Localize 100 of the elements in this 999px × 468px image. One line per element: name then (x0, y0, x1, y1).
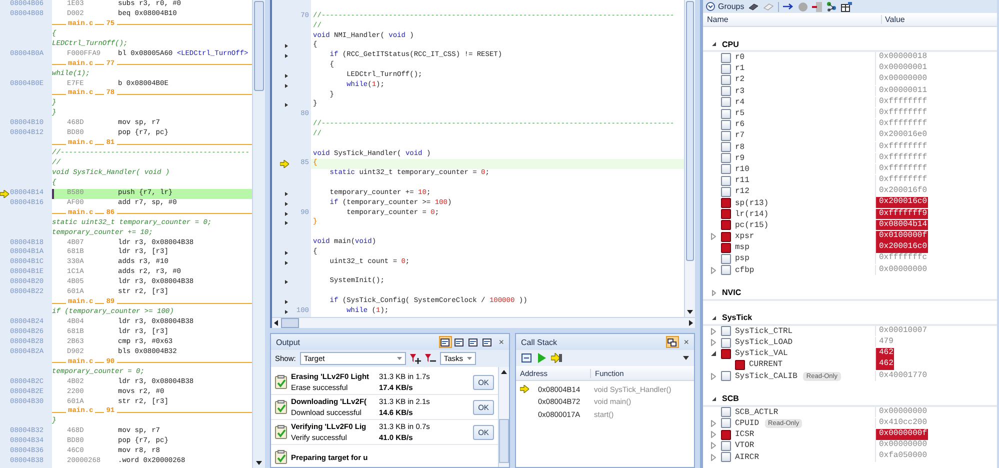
groups-button[interactable]: Groups (706, 2, 744, 11)
group-name[interactable]: CPU (722, 40, 739, 48)
register-name: r4 (735, 98, 745, 107)
breakpoint-marker-icon[interactable] (285, 44, 288, 48)
scroll-thumb[interactable] (281, 318, 299, 328)
register-value[interactable]: 0xffffffff (875, 96, 928, 108)
breakpoint-marker-icon[interactable] (285, 202, 288, 206)
dropdown-caret-icon[interactable] (683, 356, 689, 360)
register-value[interactable]: 0x00000018 (875, 52, 928, 62)
register-name: CURRENT (749, 360, 783, 370)
breakpoint-marker-icon[interactable] (285, 212, 288, 216)
breakpoint-marker-icon[interactable] (285, 250, 288, 255)
breakpoint-marker-icon[interactable] (285, 74, 288, 78)
register-value[interactable]: 0x08004b14 (875, 220, 928, 230)
close-button[interactable]: × (496, 337, 506, 347)
grid-icon[interactable] (841, 2, 852, 12)
view-toggle-button[interactable] (452, 336, 466, 348)
register-value[interactable]: 0x200016c0 (875, 242, 928, 253)
register-value[interactable]: 0xffffffff (875, 119, 928, 130)
register-value[interactable]: 0xffffffff (875, 142, 928, 152)
breakpoint-marker-icon[interactable] (285, 260, 288, 265)
register-value[interactable]: 0x200016c0 (875, 197, 928, 208)
filter-icon[interactable] (424, 354, 436, 364)
register-name: sp(r13) (735, 198, 769, 208)
register-value[interactable]: 0xffffffff (875, 175, 928, 186)
breakpoint-marker-icon[interactable] (285, 54, 288, 58)
clipboard-check-icon (275, 450, 287, 464)
arrow-right-icon[interactable] (783, 3, 794, 10)
register-name: AIRCR (735, 452, 760, 462)
register-name: SCB_ACTLR (735, 408, 778, 417)
register-name: r0 (735, 53, 745, 62)
register-value[interactable]: 0x00000000 (875, 74, 928, 85)
register-value[interactable]: 0x410cc200 (875, 418, 928, 428)
expand-arrow-icon[interactable] (711, 314, 717, 321)
breakpoint-marker-icon[interactable] (285, 84, 288, 88)
vertical-scrollbar[interactable] (498, 367, 509, 467)
register-name: r5 (735, 109, 745, 118)
register-value[interactable]: 0x00000000 (875, 406, 928, 418)
vertical-scrollbar[interactable] (252, 0, 265, 468)
register-value[interactable]: 479 (875, 336, 894, 348)
expand-arrow-icon[interactable] (711, 396, 717, 402)
filter-icon[interactable] (410, 354, 421, 364)
vertical-scrollbar[interactable] (684, 0, 695, 317)
breakpoint-marker-icon[interactable] (285, 103, 288, 108)
register-value[interactable]: 0x00000000 (875, 264, 928, 276)
close-button[interactable]: × (682, 337, 691, 347)
register-value[interactable]: 0x00000000 (875, 440, 928, 451)
group-name[interactable]: SysTick (722, 313, 752, 322)
scroll-up-icon[interactable] (501, 370, 507, 374)
register-name: r1 (735, 64, 745, 74)
scroll-down-icon[interactable] (256, 461, 262, 465)
register-value[interactable]: 0xffffffff (875, 152, 928, 164)
register-name: r12 (735, 187, 750, 196)
register-value[interactable]: 0x00010007 (875, 326, 928, 336)
breakpoint-marker-icon[interactable] (285, 221, 288, 226)
clipboard-check-icon (275, 375, 287, 389)
register-value[interactable]: 0x200016e0 (875, 130, 928, 141)
group-name[interactable]: SCB (722, 394, 739, 404)
scroll-thumb[interactable] (686, 1, 694, 261)
register-name: SysTick_CALIB (735, 372, 798, 381)
register-name: ICSR (735, 430, 754, 440)
register-value[interactable]: 0xfa050000 (875, 451, 928, 462)
horizontal-scrollbar[interactable] (272, 317, 695, 328)
scroll-right-icon[interactable] (689, 320, 693, 326)
register-value[interactable]: 0x0000000f (875, 429, 928, 440)
expand-arrow-icon[interactable] (711, 41, 717, 47)
register-value[interactable]: 0x00000001 (875, 63, 928, 74)
scroll-thumb[interactable] (499, 419, 509, 463)
arrow-icon[interactable] (551, 353, 562, 363)
register-name: r6 (735, 120, 745, 130)
scroll-thumb[interactable] (254, 1, 264, 91)
view-toggle-button[interactable] (480, 336, 494, 348)
register-name: pc(r15) (735, 220, 769, 230)
scroll-down-icon[interactable] (687, 310, 693, 314)
register-value[interactable]: 0xfffffffc (875, 253, 928, 264)
register-value[interactable]: 0x0100000f (875, 231, 928, 242)
register-name: psp (735, 254, 750, 264)
sync-button[interactable] (666, 336, 679, 348)
collapse-arrow-icon[interactable] (711, 351, 716, 356)
chevron-down-icon (706, 2, 715, 11)
group-name[interactable]: NVIC (722, 288, 742, 298)
register-value[interactable]: 0xffffffff (875, 164, 928, 174)
register-value[interactable]: 0xffffffff (875, 108, 928, 118)
view-toggle-button[interactable] (438, 336, 452, 348)
breakpoint-marker-icon[interactable] (285, 192, 288, 196)
network-icon[interactable] (826, 1, 838, 12)
window-icon[interactable] (521, 353, 532, 363)
register-value[interactable]: 0xfffffff9 (875, 208, 928, 220)
scroll-left-icon[interactable] (274, 320, 278, 326)
breakpoint-marker-icon[interactable] (285, 310, 288, 314)
breakpoint-marker-icon[interactable] (285, 280, 288, 284)
register-value[interactable]: 462 (875, 359, 894, 370)
breakpoint-marker-icon[interactable] (285, 300, 288, 304)
column-header[interactable]: Name (703, 15, 882, 24)
register-value[interactable]: 0x40001770 (875, 370, 928, 381)
column-header[interactable]: Value (882, 15, 905, 24)
register-value[interactable]: 462 (875, 348, 894, 359)
view-toggle-button[interactable] (466, 336, 480, 348)
register-name: r11 (735, 176, 750, 186)
register-value[interactable]: 0x00000011 (875, 86, 928, 96)
